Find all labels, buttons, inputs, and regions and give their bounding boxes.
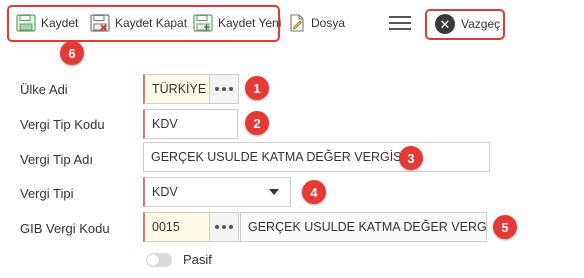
passive-label: Pasif <box>183 252 212 267</box>
file-label: Dosya <box>311 16 346 30</box>
country-label: Ülke Adi <box>20 82 68 97</box>
close-circle-icon: ✕ <box>435 14 455 34</box>
tax-type-name-input[interactable]: GERÇEK USULDE KATMA DEĞER VERGİSİ <box>143 142 490 172</box>
country-field[interactable]: TÜRKİYE <box>143 74 210 104</box>
tax-type-code-value: KDV <box>152 117 178 131</box>
country-value: TÜRKİYE <box>152 82 207 96</box>
tax-type-name-value: GERÇEK USULDE KATMA DEĞER VERGİSİ <box>151 150 405 164</box>
tax-type-code-input[interactable]: KDV <box>143 109 238 139</box>
save-label: Kaydet <box>41 16 79 30</box>
passive-toggle[interactable] <box>146 253 172 267</box>
annotation-badge-4: 4 <box>302 180 326 204</box>
cancel-button[interactable]: ✕ Vazgeç <box>429 12 506 36</box>
gib-code-description: GERÇEK USULDE KATMA DEĞER VERGİSİ <box>248 220 487 234</box>
save-button[interactable]: Kaydet <box>16 11 78 35</box>
gib-code-value: 0015 <box>152 220 180 234</box>
tax-type-code-label: Vergi Tip Kodu <box>20 117 105 132</box>
save-close-icon <box>90 14 110 32</box>
file-edit-icon <box>290 14 304 32</box>
tax-type-selected-value: KDV <box>152 185 178 199</box>
annotation-badge-2: 2 <box>245 111 269 135</box>
annotation-badge-6: 6 <box>60 41 84 65</box>
annotation-badge-1: 1 <box>245 76 269 100</box>
gib-code-lookup-button[interactable] <box>209 212 239 242</box>
cancel-label: Vazgeç <box>461 17 501 31</box>
country-lookup-button[interactable] <box>209 74 239 104</box>
save-icon <box>16 14 36 32</box>
gib-code-label: GIB Vergi Kodu <box>20 221 110 236</box>
annotation-badge-3: 3 <box>399 146 423 170</box>
file-button[interactable]: Dosya <box>289 11 345 35</box>
chevron-down-icon[interactable] <box>269 189 279 195</box>
hamburger-menu-icon[interactable] <box>389 16 411 32</box>
save-new-icon <box>193 14 213 32</box>
gib-code-field[interactable]: 0015 <box>143 212 210 242</box>
save-new-button[interactable]: Kaydet Yeni <box>193 11 281 35</box>
tax-type-name-label: Vergi Tip Adı <box>20 152 93 167</box>
annotation-badge-5: 5 <box>493 215 517 239</box>
gib-code-description-field: GERÇEK USULDE KATMA DEĞER VERGİSİ <box>240 212 487 242</box>
save-new-label: Kaydet Yeni <box>218 16 282 30</box>
save-close-button[interactable]: Kaydet Kapat <box>90 11 187 35</box>
toggle-knob <box>147 254 159 266</box>
save-close-label: Kaydet Kapat <box>115 16 188 30</box>
tax-type-label: Vergi Tipi <box>20 186 74 201</box>
